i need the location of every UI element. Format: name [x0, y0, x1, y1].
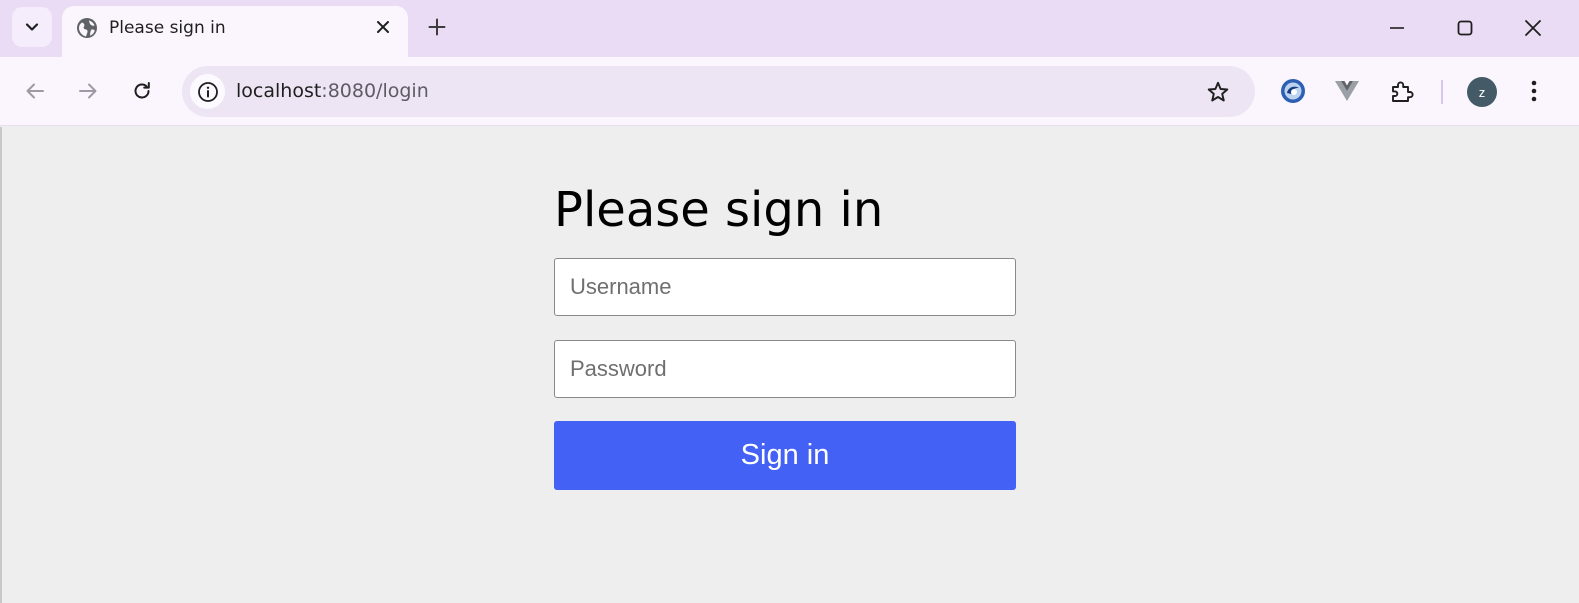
- extension-button[interactable]: [1277, 75, 1309, 107]
- maximize-icon: [1457, 20, 1473, 36]
- reload-icon: [134, 82, 150, 99]
- globe-icon: [76, 17, 97, 38]
- bookmark-button[interactable]: [1206, 80, 1230, 104]
- maximize-button[interactable]: [1450, 14, 1480, 42]
- forward-button[interactable]: [74, 77, 102, 105]
- url-text[interactable]: localhost:8080/login: [236, 79, 429, 103]
- browser-menu-button[interactable]: [1518, 75, 1550, 107]
- window-close-button[interactable]: [1518, 14, 1548, 42]
- star-icon: [1207, 81, 1229, 102]
- username-input[interactable]: [554, 258, 1016, 316]
- tab-search-button[interactable]: [12, 7, 52, 47]
- active-tab[interactable]: Please sign in: [62, 6, 408, 57]
- back-button[interactable]: [21, 77, 49, 105]
- puzzle-icon: [1392, 81, 1414, 102]
- close-icon: [377, 21, 389, 33]
- site-info-button[interactable]: [190, 74, 225, 109]
- profile-avatar[interactable]: z: [1467, 77, 1497, 107]
- url-path: :8080/login: [321, 80, 429, 102]
- new-tab-button[interactable]: [424, 14, 450, 40]
- tab-close-button[interactable]: [372, 16, 394, 38]
- info-icon: [197, 81, 218, 102]
- kebab-menu-icon: [1531, 80, 1537, 102]
- address-bar[interactable]: localhost:8080/login: [182, 66, 1255, 117]
- minimize-icon: [1390, 27, 1404, 29]
- chevron-down-icon: [25, 23, 39, 31]
- tab-strip: Please sign in: [0, 0, 1579, 57]
- url-host: localhost: [236, 80, 322, 102]
- extension-logo-icon: [1281, 79, 1305, 103]
- vue-devtools-icon: [1335, 81, 1359, 101]
- extensions-menu-button[interactable]: [1386, 75, 1418, 107]
- browser-toolbar: localhost:8080/login z: [0, 57, 1579, 126]
- window-close-icon: [1525, 20, 1541, 36]
- tab-title: Please sign in: [109, 18, 226, 38]
- password-input[interactable]: [554, 340, 1016, 398]
- reload-button[interactable]: [128, 77, 156, 105]
- forward-arrow-icon: [79, 83, 97, 99]
- page-heading: Please sign in: [554, 182, 884, 238]
- minimize-button[interactable]: [1382, 14, 1412, 42]
- sign-in-button[interactable]: Sign in: [554, 421, 1016, 490]
- plus-icon: [428, 18, 446, 36]
- toolbar-divider: [1441, 80, 1443, 104]
- vue-devtools-button[interactable]: [1331, 75, 1363, 107]
- back-arrow-icon: [26, 83, 44, 99]
